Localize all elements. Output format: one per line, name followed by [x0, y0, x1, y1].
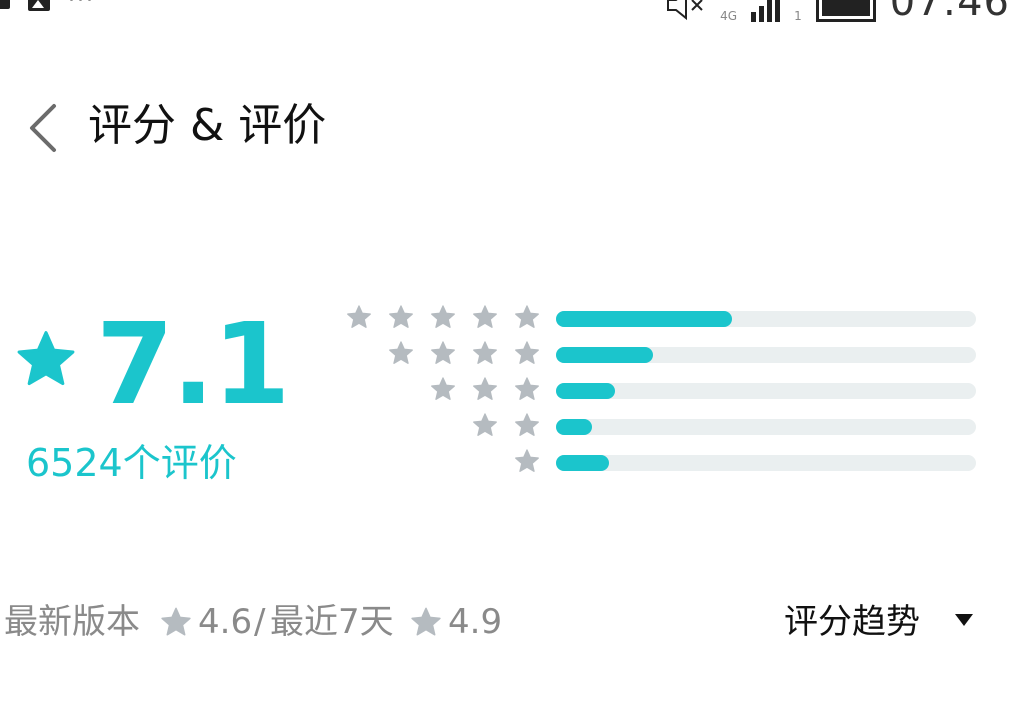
chevron-left-icon[interactable]: [24, 100, 64, 156]
star-icon: [431, 377, 455, 400]
notification-box-icon: [0, 0, 10, 9]
distribution-bar-track: [556, 311, 976, 327]
star-group: [430, 376, 540, 402]
star-icon: [515, 413, 539, 436]
more-dots-icon: ···: [68, 0, 95, 13]
gallery-icon: [28, 0, 50, 11]
latest-version-score: 4.6: [198, 602, 253, 642]
star-group: [514, 448, 540, 474]
distribution-bar-track: [556, 419, 976, 435]
status-time: 07:46: [889, 0, 1010, 25]
rating-trend-button[interactable]: 评分趋势: [784, 596, 920, 648]
distribution-row-5-star: [340, 300, 980, 336]
network-type-label: 4G: [720, 9, 738, 23]
review-count[interactable]: 6524个评价: [26, 438, 237, 488]
star-icon: [473, 305, 497, 328]
page-title: 评分 & 评价: [88, 100, 327, 151]
star-icon: [347, 305, 371, 328]
star-icon: [473, 377, 497, 400]
star-icon: [389, 341, 413, 364]
distribution-row-3-star: [340, 372, 980, 408]
recent-7-days-label: 最近7天: [270, 602, 394, 642]
distribution-bar-track: [556, 347, 976, 363]
status-bar: ··· 4G 1 07:46: [0, 0, 1024, 30]
latest-version-label: 最新版本: [4, 602, 140, 642]
distribution-bar-fill: [556, 455, 609, 471]
signal-icon: [751, 0, 781, 22]
page-header: 评分 & 评价: [0, 90, 1024, 166]
distribution-bar-track: [556, 455, 976, 471]
distribution-row-4-star: [340, 336, 980, 372]
star-icon: [431, 305, 455, 328]
star-icon: [161, 607, 191, 636]
distribution-bar-fill: [556, 419, 592, 435]
rating-summary-row: 最新版本 4.6 / 最近7天 4.9 评分趋势: [0, 596, 1024, 652]
star-group: [388, 340, 540, 366]
status-right-icons: 4G 1 07:46: [666, 0, 1010, 22]
star-icon: [431, 341, 455, 364]
star-icon: [515, 305, 539, 328]
distribution-bar-fill: [556, 383, 615, 399]
star-icon: [389, 305, 413, 328]
caret-down-icon[interactable]: [955, 614, 973, 626]
star-icon: [411, 607, 441, 636]
star-icon: [515, 377, 539, 400]
distribution-row-2-star: [340, 408, 980, 444]
battery-icon: [815, 0, 876, 22]
star-group: [472, 412, 540, 438]
recent-7-days-score: 4.9: [448, 602, 503, 642]
distribution-bar-track: [556, 383, 976, 399]
star-icon: [515, 449, 539, 472]
star-group: [346, 304, 540, 330]
mute-icon: [667, 0, 703, 21]
distribution-row-1-star: [340, 444, 980, 480]
distribution-bar-fill: [556, 311, 733, 327]
sim-index-label: 1: [794, 9, 802, 23]
star-icon: [473, 341, 497, 364]
rating-star-icon: [17, 331, 75, 386]
status-left-icons: ···: [0, 0, 95, 12]
distribution-bar-fill: [556, 347, 653, 363]
star-icon: [473, 413, 497, 436]
separator: /: [254, 602, 266, 642]
star-icon: [515, 341, 539, 364]
average-score: 7.1: [96, 300, 290, 430]
